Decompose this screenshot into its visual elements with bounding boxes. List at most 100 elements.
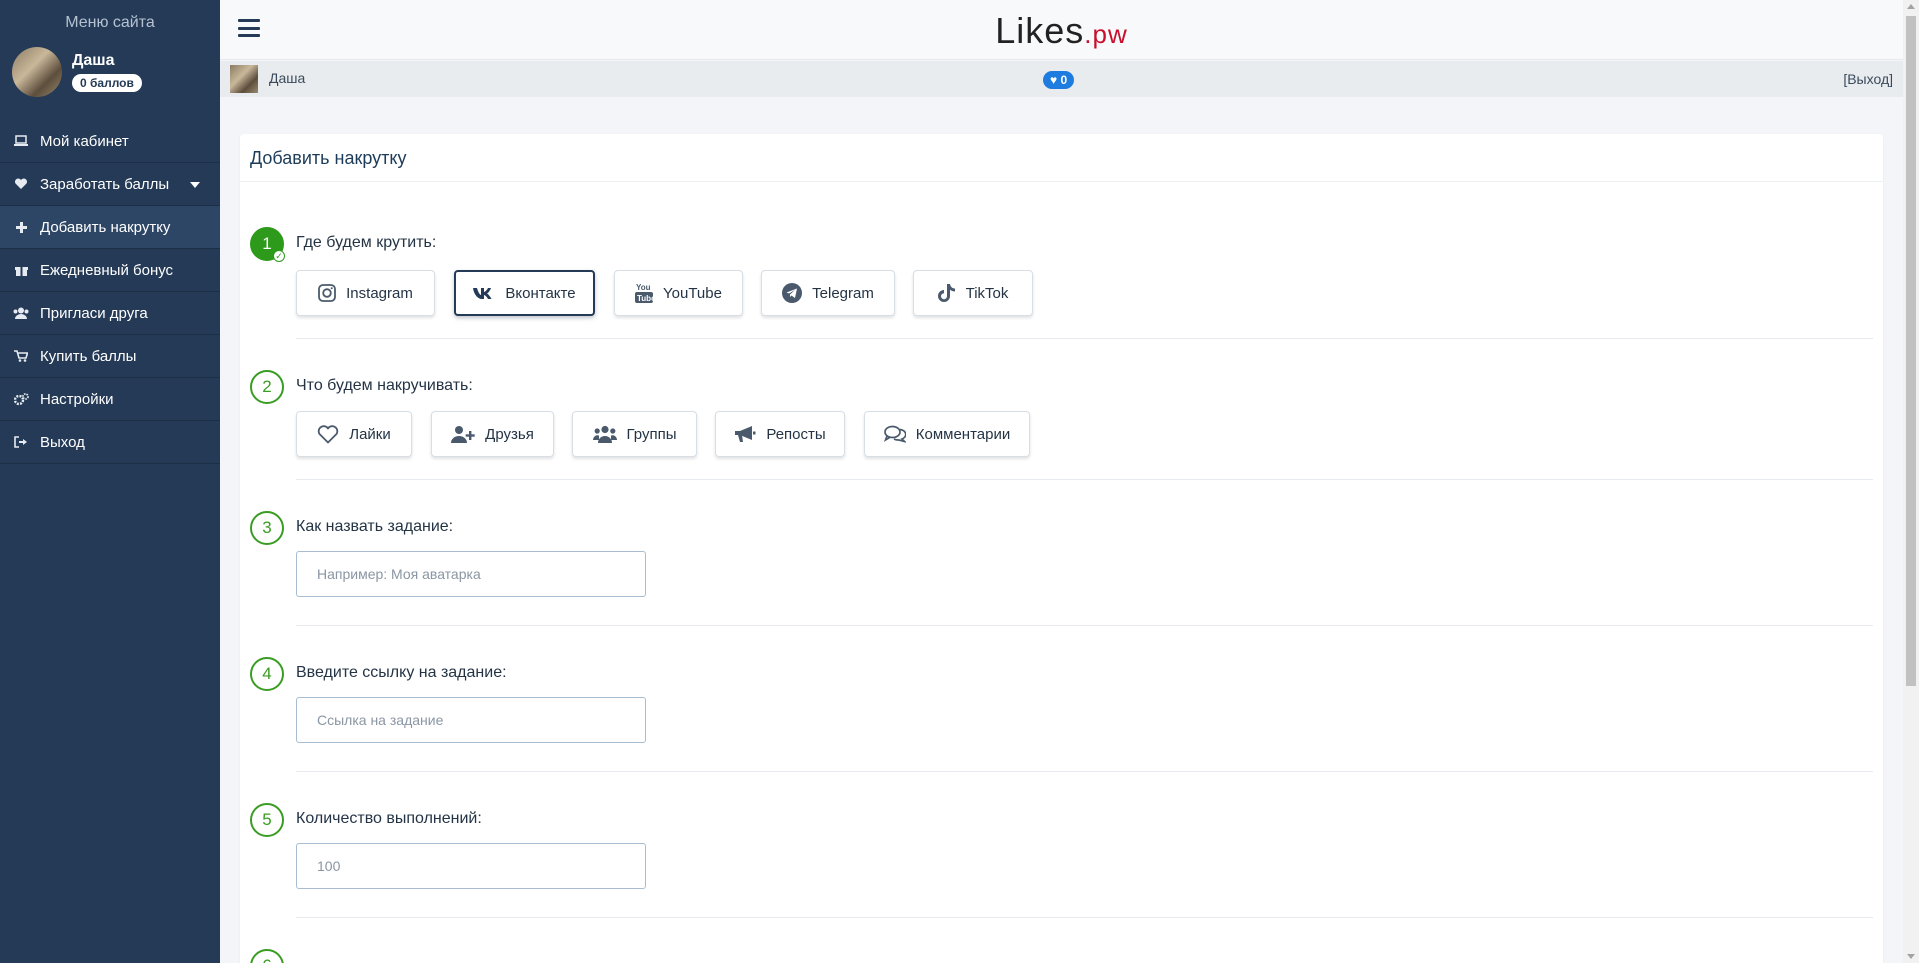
user-name-link[interactable]: Даша	[269, 70, 305, 86]
type-comments-button[interactable]: Комментарии	[864, 411, 1030, 457]
button-label: Комментарии	[915, 425, 1011, 443]
scroll-thumb[interactable]	[1906, 16, 1916, 686]
sidebar-item-add-boost[interactable]: Добавить накрутку	[0, 206, 220, 249]
heart-outline-icon	[318, 424, 339, 443]
button-label: YouTube	[663, 284, 722, 302]
bullhorn-icon	[735, 426, 756, 442]
user-info: Даша 0 баллов	[72, 52, 142, 92]
divider	[296, 917, 1873, 918]
comments-icon	[883, 425, 906, 443]
sidebar-item-cabinet[interactable]: Мой кабинет	[0, 120, 220, 163]
step-label: Как назвать задание:	[296, 518, 454, 535]
type-groups-button[interactable]: Группы	[572, 411, 697, 457]
telegram-icon	[782, 283, 803, 303]
sidebar-item-buy-points[interactable]: Купить баллы	[0, 335, 220, 378]
type-reposts-button[interactable]: Репосты	[715, 411, 845, 457]
divider	[296, 771, 1873, 772]
cart-icon	[12, 350, 30, 362]
logo-main: Likes	[995, 10, 1085, 51]
user-bar: Даша ♥ 0 [Выход]	[220, 61, 1903, 97]
divider	[296, 479, 1873, 480]
heart-icon	[12, 178, 30, 190]
cogs-icon	[12, 392, 30, 406]
button-label: Instagram	[346, 284, 413, 302]
platform-instagram-button[interactable]: Instagram	[296, 270, 435, 316]
user-plus-icon	[451, 426, 475, 443]
button-label: Репосты	[766, 425, 826, 443]
sidebar-title: Меню сайта	[65, 14, 155, 31]
page-scrollbar[interactable]	[1903, 0, 1919, 963]
divider	[296, 338, 1873, 339]
group-icon	[592, 425, 617, 443]
step-number: 5	[250, 803, 284, 837]
vk-icon	[473, 287, 492, 299]
sidebar-item-label: Заработать баллы	[40, 175, 170, 193]
step-label: Количество выполнений:	[296, 810, 482, 827]
button-label: Лайки	[349, 425, 391, 443]
sidebar-item-logout[interactable]: Выход	[0, 421, 220, 464]
avatar[interactable]	[12, 47, 62, 97]
card-title: Добавить накрутку	[240, 134, 1883, 182]
scroll-down-arrow-icon[interactable]	[1907, 954, 1915, 959]
step-number: 1 ✓	[250, 227, 285, 262]
sidebar-item-daily-bonus[interactable]: Ежедневный бонус	[0, 249, 220, 292]
step-number: 4	[250, 657, 284, 691]
sidebar-item-label: Ежедневный бонус	[40, 261, 174, 279]
avatar-small[interactable]	[230, 65, 258, 93]
points-badge: 0 баллов	[72, 74, 142, 92]
sidebar-item-earn[interactable]: Заработать баллы	[0, 163, 220, 206]
site-logo[interactable]: Likes.pw	[220, 10, 1903, 52]
laptop-icon	[12, 135, 30, 147]
sidebar-item-invite[interactable]: Пригласи друга	[0, 292, 220, 335]
sidebar-item-label: Добавить накрутку	[40, 218, 171, 236]
platform-telegram-button[interactable]: Telegram	[761, 270, 895, 316]
user-name[interactable]: Даша	[72, 52, 142, 70]
users-icon	[12, 307, 30, 319]
divider	[296, 625, 1873, 626]
add-boost-card: Добавить накрутку 1 ✓ Где будем крутить: …	[240, 134, 1883, 963]
chevron-down-icon[interactable]	[190, 182, 200, 188]
sidebar-item-label: Мой кабинет	[40, 132, 129, 150]
type-likes-button[interactable]: Лайки	[296, 411, 412, 457]
svg-text:Tube: Tube	[637, 294, 653, 303]
step-label: Что будем накручивать:	[296, 377, 473, 394]
sidebar-item-label: Настройки	[40, 390, 114, 408]
button-label: Группы	[626, 425, 677, 443]
youtube-icon: You Tube	[635, 283, 654, 303]
step-label: Введите ссылку на задание:	[296, 664, 507, 681]
button-label: Друзья	[485, 425, 534, 443]
step-number: 3	[250, 511, 284, 545]
top-bar: Likes.pw	[220, 0, 1903, 60]
sign-out-icon	[12, 436, 30, 448]
platform-youtube-button[interactable]: YouTube YouTube	[614, 270, 743, 316]
sidebar: Меню сайта Даша 0 баллов Мой кабинет Зар…	[0, 0, 220, 963]
likes-badge: ♥ 0	[1043, 71, 1075, 89]
platform-vk-button[interactable]: Вконтакте	[454, 270, 595, 316]
task-name-input[interactable]	[296, 551, 646, 597]
user-block: Даша 0 баллов	[0, 42, 220, 102]
button-label: TikTok	[965, 284, 1009, 302]
likes-count: 0	[1060, 73, 1068, 87]
step-number: 6	[250, 949, 284, 963]
sidebar-item-label: Пригласи друга	[40, 304, 148, 322]
platform-tiktok-button[interactable]: TikTok	[913, 270, 1033, 316]
scroll-up-arrow-icon[interactable]	[1907, 4, 1915, 9]
sidebar-item-label: Купить баллы	[40, 347, 137, 365]
type-friends-button[interactable]: Друзья	[431, 411, 554, 457]
button-label: Вконтакте	[505, 284, 576, 302]
sidebar-item-settings[interactable]: Настройки	[0, 378, 220, 421]
task-link-input[interactable]	[296, 697, 646, 743]
step-number: 2	[250, 370, 284, 404]
sidebar-nav: Мой кабинет Заработать баллы Добавить на…	[0, 120, 220, 464]
button-label: Telegram	[812, 284, 874, 302]
check-icon: ✓	[273, 250, 285, 262]
instagram-icon	[318, 284, 337, 302]
sidebar-item-label: Выход	[40, 433, 85, 451]
gift-icon	[12, 264, 30, 276]
logout-link[interactable]: [Выход]	[1843, 71, 1893, 87]
logo-tld: .pw	[1084, 19, 1128, 49]
execution-count-input[interactable]	[296, 843, 646, 889]
tiktok-icon	[937, 284, 955, 302]
svg-text:You: You	[636, 283, 651, 292]
plus-icon	[12, 221, 30, 233]
